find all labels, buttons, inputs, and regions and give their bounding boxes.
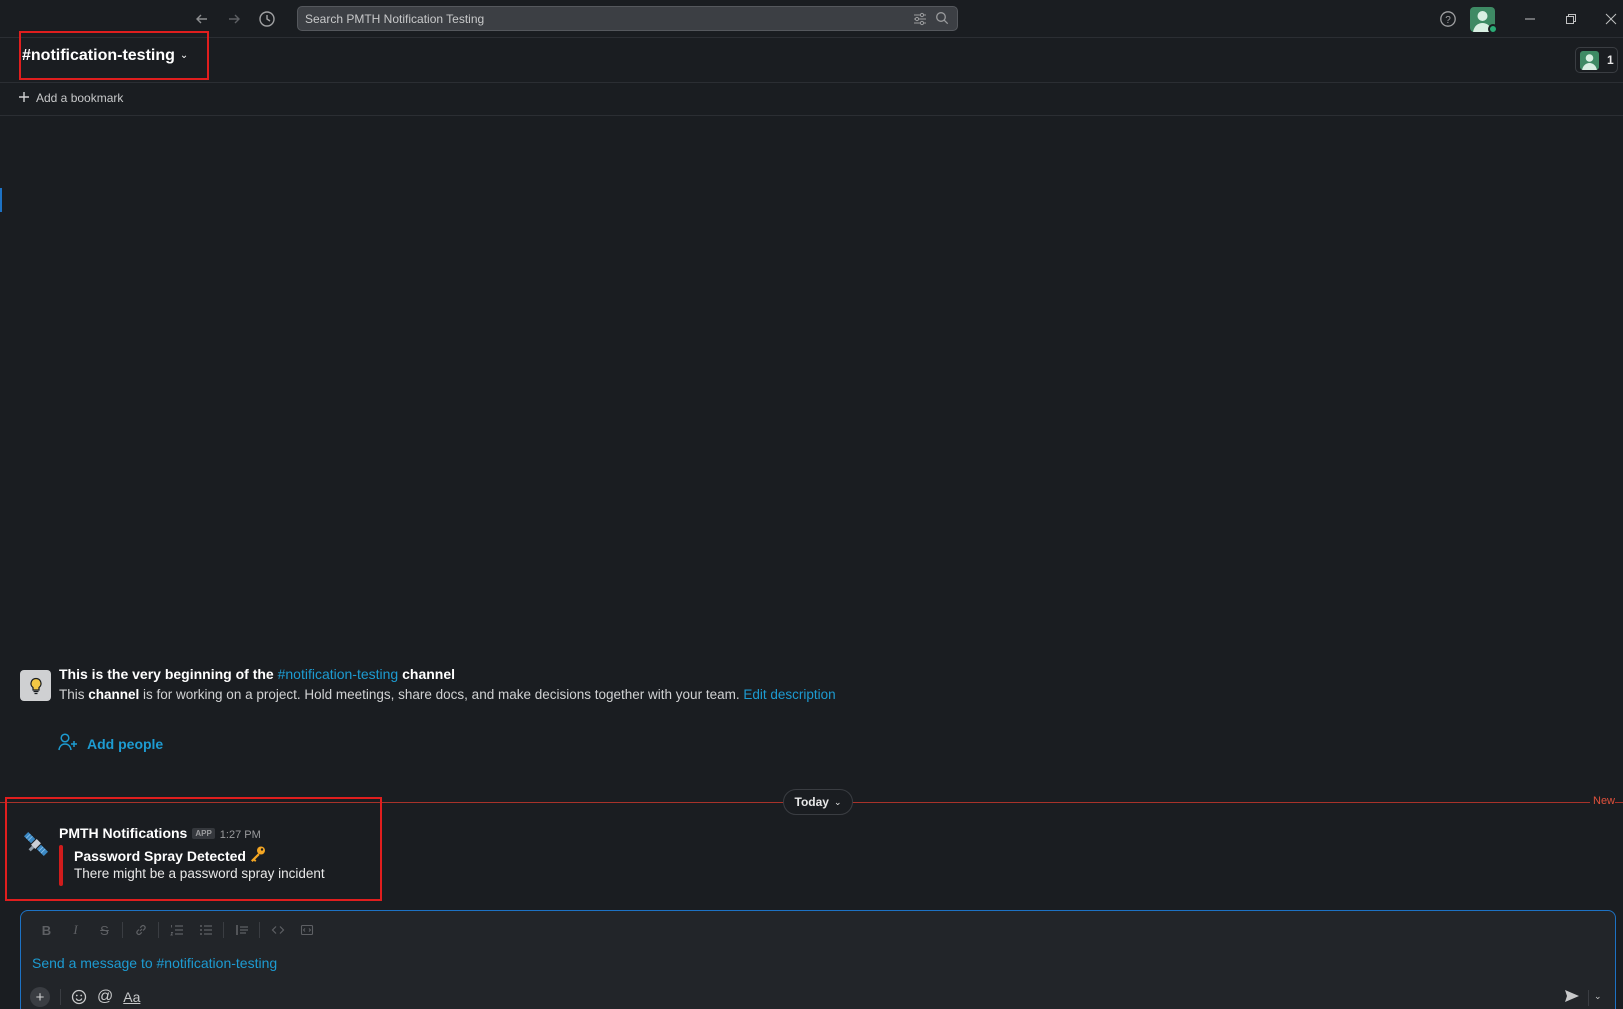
format-toggle-button[interactable]: Aa — [123, 989, 140, 1005]
toolbar-separator — [122, 922, 123, 938]
ordered-list-icon[interactable] — [162, 920, 191, 940]
attachment-body: There might be a password spray incident — [74, 866, 325, 881]
channel-name-button[interactable]: # notification-testing ⌄ — [19, 31, 209, 80]
message-header: PMTH Notifications APP 1:27 PM — [59, 825, 261, 841]
search-filter-icon[interactable] — [913, 12, 927, 29]
composer-tools: + @ Aa — [30, 987, 140, 1007]
search-placeholder: Search PMTH Notification Testing — [305, 11, 485, 26]
new-label: New — [1590, 795, 1616, 807]
chevron-down-icon: ⌄ — [179, 50, 189, 61]
satellite-icon[interactable] — [20, 828, 52, 860]
svg-text:?: ? — [1445, 15, 1451, 26]
member-count-button[interactable]: 1 — [1575, 47, 1618, 73]
sender-name[interactable]: PMTH Notifications — [59, 825, 187, 841]
desc-rest: is for working on a project. Hold meetin… — [139, 687, 744, 702]
channel-header — [0, 39, 1623, 83]
blockquote-icon[interactable] — [227, 920, 256, 940]
date-jump-button[interactable]: Today ⌄ — [783, 789, 853, 815]
intro-suffix: channel — [398, 666, 456, 682]
formatting-toolbar: B I S — [32, 920, 321, 940]
bullet-list-icon[interactable] — [191, 920, 220, 940]
chevron-down-icon: ⌄ — [833, 796, 842, 807]
mention-icon[interactable]: @ — [97, 988, 113, 1006]
channel-description: This channel is for working on a project… — [59, 687, 836, 702]
channel-intro-heading: This is the very beginning of the #notif… — [59, 666, 455, 682]
desc-prefix: This — [59, 687, 89, 702]
bookmark-bar — [0, 84, 1623, 116]
desc-bold: channel — [88, 687, 140, 702]
code-icon[interactable] — [263, 920, 292, 940]
presence-status-icon — [1488, 24, 1498, 34]
minimize-icon[interactable] — [1519, 8, 1541, 30]
strikethrough-icon[interactable]: S — [90, 920, 119, 940]
add-person-icon — [58, 733, 78, 754]
channel-hash: # — [22, 46, 31, 64]
tool-separator — [60, 989, 61, 1005]
plus-icon — [19, 91, 29, 105]
send-separator — [1588, 990, 1589, 1006]
add-bookmark-label: Add a bookmark — [36, 91, 124, 105]
date-label: Today — [794, 795, 829, 809]
message-timestamp[interactable]: 1:27 PM — [220, 829, 261, 841]
restore-icon[interactable] — [1560, 8, 1582, 30]
link-icon[interactable] — [126, 920, 155, 940]
add-bookmark-button[interactable]: Add a bookmark — [19, 91, 123, 105]
send-icon[interactable] — [1564, 989, 1580, 1008]
code-block-icon[interactable] — [292, 920, 321, 940]
toolbar-separator — [259, 922, 260, 938]
search-icon[interactable] — [935, 11, 949, 28]
attachment-color-bar — [59, 845, 63, 886]
scroll-indicator — [0, 188, 2, 212]
chevron-down-icon[interactable]: ⌄ — [1594, 991, 1602, 1002]
emoji-icon[interactable] — [71, 989, 87, 1005]
back-arrow-icon[interactable] — [190, 7, 214, 31]
attachment-title-text: Password Spray Detected — [74, 847, 246, 864]
add-people-label: Add people — [87, 735, 164, 752]
intro-prefix: This is the very beginning of the — [59, 666, 278, 682]
add-people-button[interactable]: Add people — [58, 733, 163, 754]
close-icon[interactable] — [1600, 8, 1622, 30]
history-clock-icon[interactable] — [255, 7, 279, 31]
toolbar-separator — [158, 922, 159, 938]
search-bar[interactable]: Search PMTH Notification Testing — [297, 6, 958, 31]
help-icon[interactable]: ? — [1436, 7, 1460, 31]
member-count: 1 — [1607, 53, 1614, 67]
toolbar-separator — [223, 922, 224, 938]
intro-channel-link[interactable]: #notification-testing — [278, 666, 399, 682]
message-input[interactable] — [32, 955, 1532, 971]
italic-icon[interactable]: I — [61, 920, 90, 940]
attach-plus-icon[interactable]: + — [30, 987, 50, 1007]
forward-arrow-icon[interactable] — [222, 7, 246, 31]
app-badge: APP — [192, 828, 215, 839]
channel-name-label: notification-testing — [30, 46, 175, 64]
bold-icon[interactable]: B — [32, 920, 61, 940]
attachment-title: Password Spray Detected — [74, 845, 267, 866]
edit-description-link[interactable]: Edit description — [743, 687, 835, 702]
member-avatar-icon — [1580, 50, 1599, 70]
lightbulb-icon — [20, 670, 51, 701]
key-emoji-icon — [249, 845, 267, 866]
